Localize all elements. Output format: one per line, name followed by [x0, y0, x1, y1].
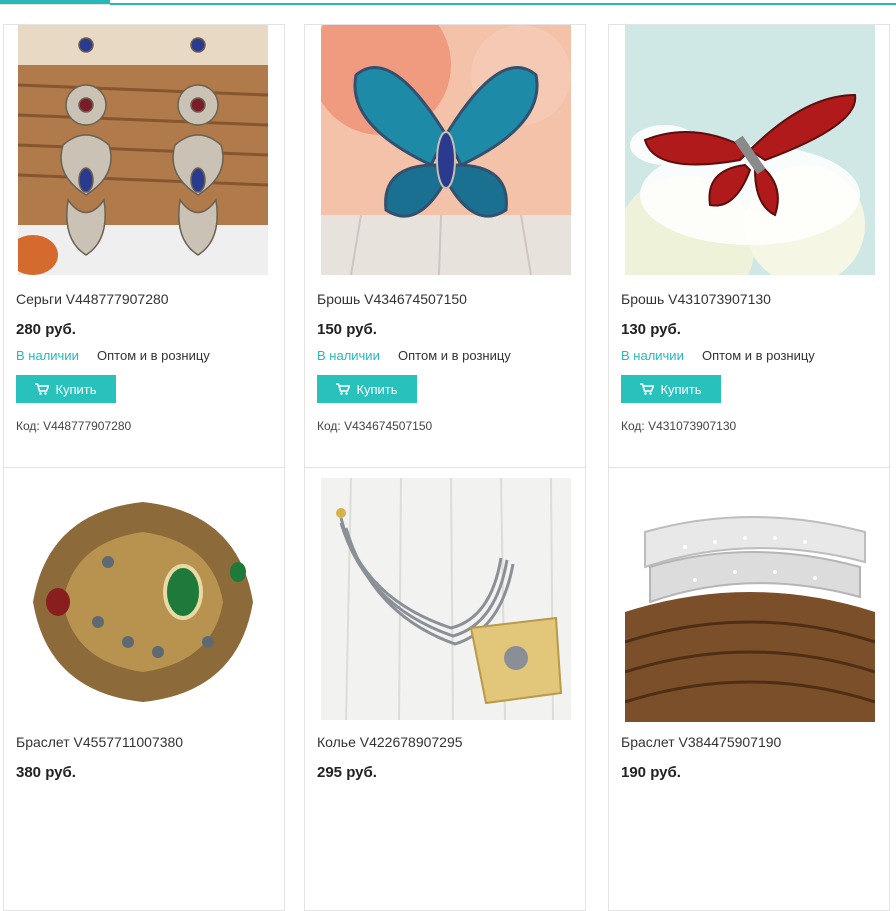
- buy-button-label: Купить: [660, 381, 702, 397]
- product-name[interactable]: Колье V422678907295: [317, 734, 463, 750]
- cart-icon: [35, 383, 50, 395]
- product-image-necklace[interactable]: [321, 478, 571, 720]
- sale-type: Оптом и в розницу: [398, 348, 511, 363]
- product-name[interactable]: Серьги V448777907280: [16, 291, 169, 307]
- product-price: 295 руб.: [317, 764, 377, 781]
- sale-type: Оптом и в розницу: [97, 348, 210, 363]
- cart-icon: [640, 383, 655, 395]
- product-price: 150 руб.: [317, 321, 377, 338]
- product-code: Код: V431073907130: [621, 419, 737, 433]
- product-price: 380 руб.: [16, 764, 76, 781]
- buy-button-label: Купить: [356, 381, 398, 397]
- product-code: Код: V448777907280: [16, 419, 132, 433]
- active-tab-indicator[interactable]: [0, 0, 110, 4]
- product-image-earrings[interactable]: [18, 25, 268, 275]
- stock-status: В наличии: [621, 348, 684, 363]
- product-image-dragonfly-brooch[interactable]: [625, 25, 875, 275]
- product-image-wrap-bracelet[interactable]: [625, 472, 875, 722]
- sale-type: Оптом и в розницу: [702, 348, 815, 363]
- product-image-bracelet[interactable]: [18, 472, 268, 722]
- product-card[interactable]: Брошь V431073907130 130 руб. В наличии О…: [608, 24, 890, 468]
- product-price: 280 руб.: [16, 321, 76, 338]
- stock-status: В наличии: [317, 348, 380, 363]
- cart-icon: [336, 383, 351, 395]
- product-card[interactable]: Серьги V448777907280 280 руб. В наличии …: [3, 24, 285, 468]
- buy-button[interactable]: Купить: [317, 375, 417, 403]
- product-card[interactable]: Брошь V434674507150 150 руб. В наличии О…: [304, 24, 586, 468]
- product-price: 130 руб.: [621, 321, 681, 338]
- product-price: 190 руб.: [621, 764, 681, 781]
- buy-button[interactable]: Купить: [621, 375, 721, 403]
- product-card[interactable]: Колье V422678907295 295 руб.: [304, 467, 586, 911]
- product-card[interactable]: Браслет V4557711007380 380 руб.: [3, 467, 285, 911]
- product-image-butterfly-brooch[interactable]: [321, 25, 571, 275]
- top-tab-bar: [0, 0, 896, 5]
- buy-button-label: Купить: [55, 381, 97, 397]
- product-name[interactable]: Браслет V4557711007380: [16, 734, 183, 750]
- product-code: Код: V434674507150: [317, 419, 433, 433]
- product-card[interactable]: Браслет V384475907190 190 руб.: [608, 467, 890, 911]
- product-name[interactable]: Брошь V431073907130: [621, 291, 771, 307]
- product-name[interactable]: Брошь V434674507150: [317, 291, 467, 307]
- stock-status: В наличии: [16, 348, 79, 363]
- tab-underline: [110, 3, 896, 5]
- buy-button[interactable]: Купить: [16, 375, 116, 403]
- product-name[interactable]: Браслет V384475907190: [621, 734, 781, 750]
